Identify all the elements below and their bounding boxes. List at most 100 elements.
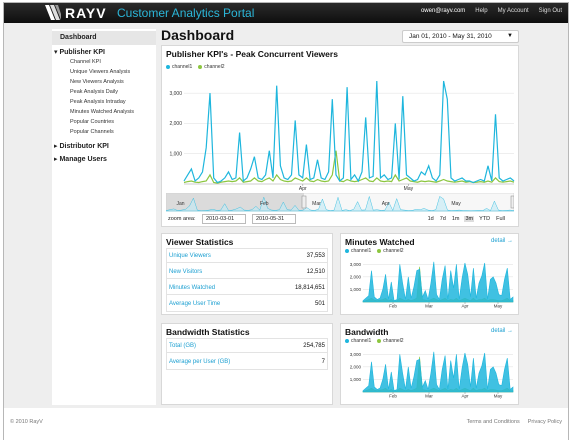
sidebar-section-publisher-kpi[interactable]: ▾ Publisher KPI	[54, 48, 105, 56]
help-link[interactable]: Help	[475, 8, 487, 14]
stat-label[interactable]: Unique Viewers	[169, 253, 211, 259]
viewer-statistics-title: Viewer Statistics	[166, 237, 234, 247]
channel1-dot-icon	[166, 64, 170, 69]
distributor-kpi-label: Distributor KPI	[59, 143, 109, 150]
top-bar: RAYV Customer Analytics Portal owen@rayv…	[4, 3, 568, 23]
series-area-channel1	[362, 261, 514, 303]
manage-users-label: Manage Users	[59, 156, 107, 163]
x-tick-label: May	[494, 304, 503, 309]
sidebar-item-popular-countries[interactable]: Popular Countries	[70, 119, 114, 125]
channel2-dot-icon	[198, 64, 203, 69]
sidebar-item-channel-kpi[interactable]: Channel KPI	[70, 59, 101, 65]
y-tick-label: 1,000	[350, 287, 362, 292]
stat-label[interactable]: Average per User (GB)	[169, 359, 230, 365]
stat-row-new-visitors: New Visitors 12,510	[167, 265, 327, 279]
zoom-button-7d[interactable]: 7d	[439, 216, 447, 222]
sidebar-item-new-viewers-analysis[interactable]: New Viewers Analysis	[70, 79, 124, 85]
sidebar: Dashboard ▾ Publisher KPI Channel KPI Un…	[52, 29, 156, 405]
stat-row-minutes-watched: Minutes Watched 18,814,651	[167, 281, 327, 295]
sidebar-section-manage-users[interactable]: ▸ Manage Users	[54, 155, 107, 163]
navigator-handle-right	[510, 195, 514, 209]
stat-value: 7	[321, 359, 325, 365]
zoom-button-full[interactable]: Full	[495, 216, 506, 222]
bandwidth-panel: Bandwidth detail → channel1 channel2 1,0…	[340, 323, 519, 405]
series-line-channel2	[183, 150, 515, 184]
x-tick-label: Apr	[299, 186, 307, 192]
channel1-dot-icon	[345, 248, 349, 253]
navigator-label: Mar	[312, 201, 321, 207]
navigator-label: Apr	[382, 201, 390, 207]
stat-row-average-per-user: Average per User (GB) 7	[167, 355, 327, 369]
navigator-handle-left	[301, 195, 307, 209]
peak-viewers-chart[interactable]: 1,000 2,000 3,000 Apr May	[162, 70, 518, 192]
bandwidth-statistics-panel: Bandwidth Statistics Total (GB) 254,785 A…	[161, 323, 333, 405]
sidebar-item-minutes-watched-analysis[interactable]: Minutes Watched Analysis	[70, 109, 134, 115]
zoom-area-label: zoom area:	[168, 216, 196, 222]
user-email: owen@rayv.com	[420, 8, 466, 14]
stat-value: 501	[314, 301, 325, 307]
x-tick-label: May	[404, 186, 414, 192]
navigator-label: Jan	[176, 201, 184, 207]
x-tick-label: Mar	[425, 394, 433, 399]
navigator-label: Feb	[260, 201, 269, 207]
stat-value: 12,510	[306, 269, 325, 275]
viewer-stats-table: Unique Viewers 37,553 New Visitors 12,510 …	[166, 248, 328, 312]
privacy-link[interactable]: Privacy Policy	[528, 419, 562, 425]
date-range-value: Jan 01, 2010 - May 31, 2010	[409, 33, 492, 40]
chevron-down-icon: ▼	[507, 33, 513, 39]
main-chart-title: Publisher KPI's - Peak Concurrent Viewer…	[166, 49, 338, 59]
zoom-controls: zoom area: 2010-03-01 2010-05-31 1d 7d 1…	[166, 214, 506, 226]
zoom-button-1d[interactable]: 1d	[427, 216, 435, 222]
peak-viewers-panel: Publisher KPI's - Peak Concurrent Viewer…	[161, 45, 519, 227]
sidebar-section-distributor-kpi[interactable]: ▸ Distributor KPI	[54, 142, 109, 150]
x-tick-label: Feb	[389, 394, 397, 399]
date-range-select[interactable]: Jan 01, 2010 - May 31, 2010 ▼	[402, 30, 519, 43]
series-line-channel1	[183, 80, 515, 184]
channel2-dot-icon	[377, 338, 382, 343]
x-tick-label: Feb	[389, 304, 397, 309]
copyright: © 2010 RayV	[10, 419, 43, 425]
y-tick-label: 3,000	[169, 91, 182, 97]
range-navigator[interactable]: Jan Feb Mar Apr May	[166, 193, 514, 213]
bandwidth-chart[interactable]: 1,000 2,000 3,000 Feb Mar Apr May	[341, 344, 518, 404]
zoom-button-3m[interactable]: 3m	[464, 216, 475, 222]
bandwidth-stats-table: Total (GB) 254,785 Average per User (GB) 7	[166, 338, 328, 370]
minutes-watched-title: Minutes Watched	[345, 237, 415, 247]
zoom-from-input[interactable]: 2010-03-01	[202, 214, 246, 224]
zoom-buttons: 1d 7d 1m 3m YTD Full	[427, 216, 506, 222]
y-tick-label: 1,000	[169, 151, 182, 157]
stat-label[interactable]: Average User Time	[169, 301, 220, 307]
stat-label[interactable]: Total (GB)	[169, 343, 196, 349]
bandwidth-statistics-title: Bandwidth Statistics	[166, 327, 250, 337]
y-tick-label: 2,000	[350, 364, 362, 369]
footer-links: Terms and Conditions Privacy Policy	[467, 419, 562, 425]
bandwidth-detail-link[interactable]: detail →	[491, 328, 513, 334]
y-tick-label: 1,000	[350, 377, 362, 382]
minutes-detail-link[interactable]: detail →	[491, 238, 513, 244]
navigator-label: May	[451, 201, 461, 207]
zoom-button-1m[interactable]: 1m	[451, 216, 461, 222]
minutes-watched-chart[interactable]: 1,000 2,000 3,000 Feb Mar Apr May	[341, 254, 518, 314]
stat-label[interactable]: New Visitors	[169, 269, 202, 275]
sidebar-item-dashboard[interactable]: Dashboard	[52, 31, 156, 45]
zoom-to-input[interactable]: 2010-05-31	[252, 214, 296, 224]
publisher-kpi-label: Publisher KPI	[59, 49, 105, 56]
terms-link[interactable]: Terms and Conditions	[467, 419, 520, 425]
bandwidth-title: Bandwidth	[345, 327, 389, 337]
viewer-statistics-panel: Viewer Statistics Unique Viewers 37,553 N…	[161, 233, 333, 315]
stat-row-average-user-time: Average User Time 501	[167, 297, 327, 311]
y-tick-label: 2,000	[350, 274, 362, 279]
sidebar-item-peak-analysis-daily[interactable]: Peak Analysis Daily	[70, 89, 118, 95]
zoom-button-ytd[interactable]: YTD	[478, 216, 491, 222]
sidebar-item-peak-analysis-intraday[interactable]: Peak Analysis Intraday	[70, 99, 126, 105]
sidebar-item-unique-viewers-analysis[interactable]: Unique Viewers Analysis	[70, 69, 130, 75]
logo-text: RAYV	[65, 5, 107, 21]
my-account-link[interactable]: My Account	[498, 8, 529, 14]
x-tick-label: Apr	[461, 394, 469, 399]
stat-value: 37,553	[306, 253, 325, 259]
sidebar-item-popular-channels[interactable]: Popular Channels	[70, 129, 114, 135]
y-tick-label: 2,000	[169, 121, 182, 127]
sign-out-link[interactable]: Sign Out	[539, 8, 562, 14]
stat-label[interactable]: Minutes Watched	[169, 285, 215, 291]
footer: © 2010 RayV Terms and Conditions Privacy…	[4, 408, 568, 441]
